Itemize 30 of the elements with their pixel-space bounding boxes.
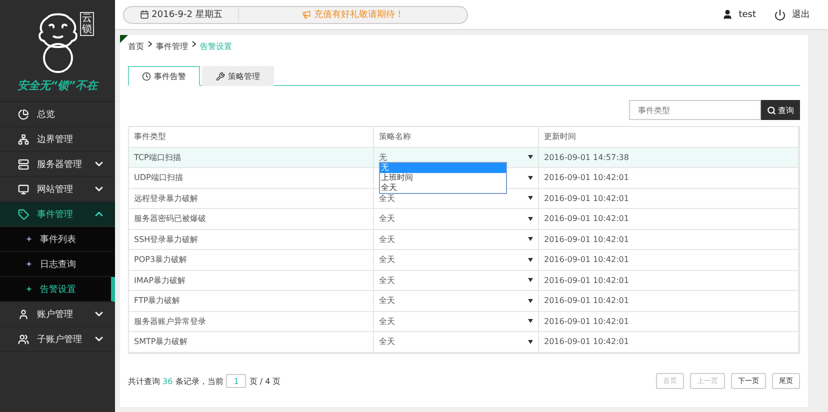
table-cell: POP3暴力破解 <box>129 250 374 270</box>
table-cell: 2016-09-01 10:42:01 <box>539 270 799 290</box>
table-cell: 2016-09-01 14:57:38 <box>539 148 799 167</box>
table-cell: TCP端口扫描 <box>129 148 374 167</box>
table-cell: 2016-09-01 10:42:01 <box>539 209 799 228</box>
table-cell: FTP暴力破解 <box>129 291 374 310</box>
column-header: 事件类型 <box>129 127 374 146</box>
username-text: test <box>738 10 756 20</box>
table-cell: 2016-09-01 10:42:01 <box>539 312 799 331</box>
table-cell: 2016-09-01 10:42:01 <box>539 168 799 188</box>
table-cell: 2016-09-01 10:42:01 <box>539 188 799 208</box>
table-cell: 远程登录暴力破解 <box>129 188 374 208</box>
date-text: 2016-9-2 星期五 <box>124 8 239 21</box>
table-cell: 2016-09-01 10:42:01 <box>539 230 799 249</box>
table-cell: 服务器密码已被爆破 <box>129 209 374 228</box>
table-cell: UDP端口扫描 <box>129 168 374 188</box>
notice-text: 充值有好礼敬请期待！ <box>239 8 467 21</box>
slogan-text: 安全无“锁”不在 <box>17 78 98 93</box>
page-total-text: 页 / 4 页 <box>249 376 281 386</box>
column-header: 更新时间 <box>539 127 799 146</box>
table-cell: SSH登录暴力破解 <box>129 230 374 249</box>
record-count-text: 共计查询 36 条记录，当前 <box>128 376 224 386</box>
table-cell: 2016-09-01 10:42:01 <box>539 291 799 310</box>
table-cell: 2016-09-01 10:42:01 <box>539 250 799 270</box>
table-cell: 服务器账户异常登录 <box>129 312 374 331</box>
table-cell: 2016-09-01 10:42:01 <box>539 332 799 352</box>
table-cell: SMTP暴力破解 <box>129 332 374 352</box>
seal-text: 云锁 <box>80 12 94 36</box>
column-header: 策略名称 <box>374 127 539 146</box>
table-cell: IMAP暴力破解 <box>129 270 374 290</box>
